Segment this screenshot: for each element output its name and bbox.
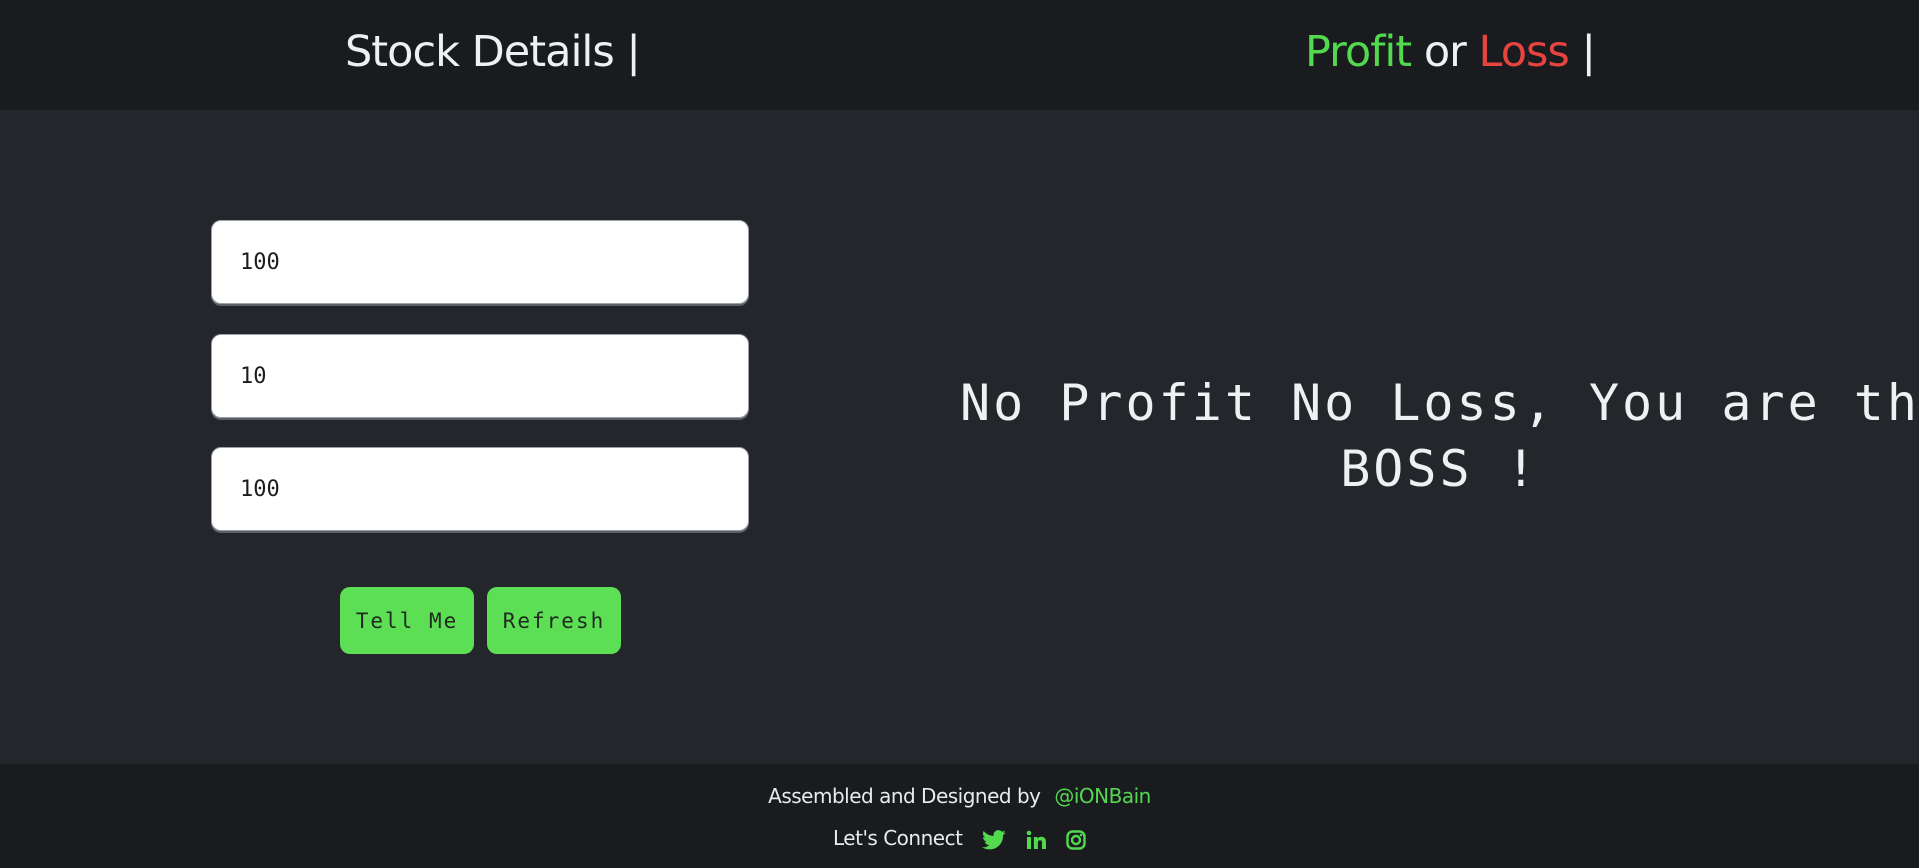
result-line-1: No Profit No Loss, You are the [960,374,1919,432]
linkedin-icon[interactable] [1026,830,1047,850]
credit-text: Assembled and Designed by [768,784,1041,808]
result-message: No Profit No Loss, You are the BOSS ! [960,370,1919,502]
title-cursor: | [626,27,640,77]
header: Stock Details | Profit or Loss | [0,0,1919,110]
result-line-2: BOSS ! [1340,440,1539,498]
current-price-input[interactable] [211,447,749,531]
initial-price-input[interactable] [211,220,749,304]
profit-word: Profit [1305,27,1412,77]
author-handle-link[interactable]: @iONBain [1054,784,1151,808]
footer: Assembled and Designed by @iONBain Let's… [0,764,1919,868]
refresh-button[interactable]: Refresh [487,587,621,654]
quantity-input[interactable] [211,334,749,418]
or-word: or [1423,27,1467,77]
connect-text: Let's Connect [833,826,963,850]
twitter-icon[interactable] [982,829,1006,850]
instagram-icon[interactable] [1066,829,1086,850]
loss-word: Loss [1478,27,1570,77]
profit-or-loss-title: Profit or Loss | [1305,22,1596,82]
title-cursor: | [1581,27,1596,77]
stock-details-label: Stock Details [345,27,615,77]
connect-row: Let's Connect [0,826,1919,850]
credit-row: Assembled and Designed by @iONBain [0,784,1919,808]
main-section: Tell Me Refresh No Profit No Loss, You a… [0,110,1919,764]
tell-me-button[interactable]: Tell Me [340,587,474,654]
stock-details-title: Stock Details | [345,22,641,82]
